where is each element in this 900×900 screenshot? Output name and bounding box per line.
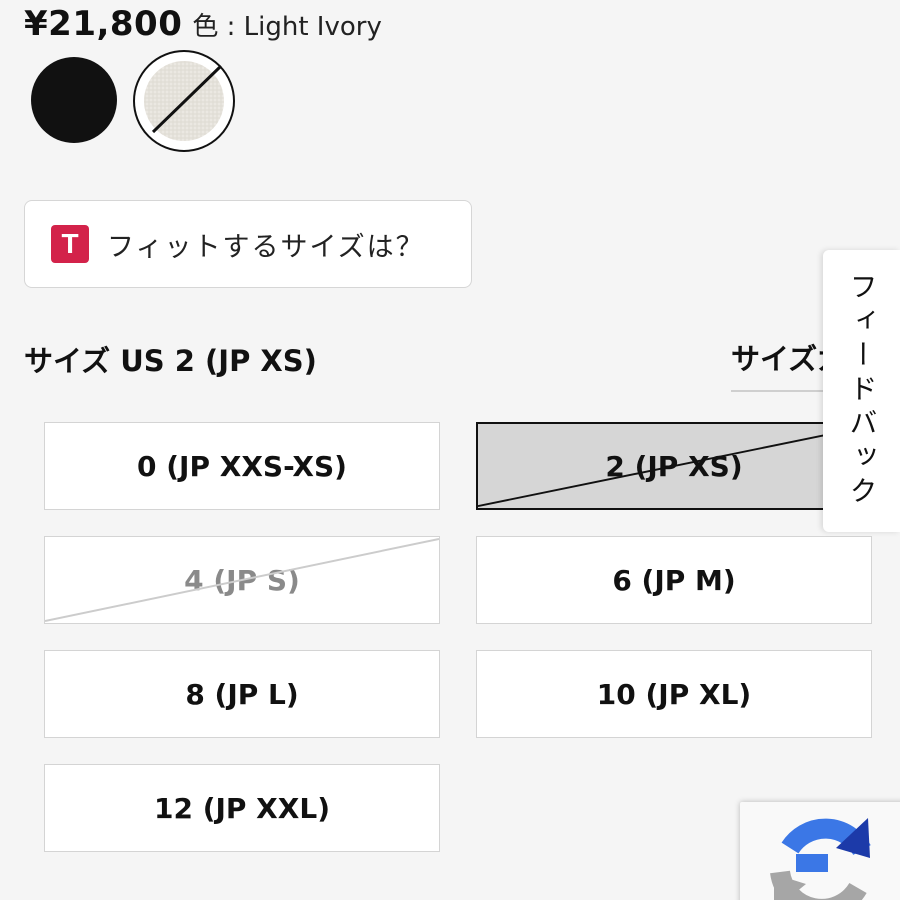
product-options-page: ¥21,800 色 : Light Ivory T フィットするサイズは？ サイ… (0, 0, 900, 900)
size-option-12[interactable]: 12 (JP XXL) (44, 764, 440, 852)
recaptcha-icon (770, 818, 871, 900)
size-option-label: 12 (JP XXL) (153, 791, 330, 825)
selected-size-label: サイズ US 2 (JP XS) (24, 344, 317, 378)
swatch-light-ivory[interactable] (133, 50, 235, 152)
size-option-label: 6 (JP M) (612, 563, 736, 597)
fit-finder-button[interactable]: T フィットするサイズは？ (24, 200, 472, 288)
size-option-0[interactable]: 0 (JP XXS-XS) (44, 422, 440, 510)
unavailable-strike-icon (478, 424, 870, 508)
size-guide-link[interactable]: サイズガイド (731, 336, 831, 392)
color-label: 色 : Light Ivory (192, 12, 382, 42)
swatch-light-ivory-unavailable-icon (144, 61, 224, 141)
size-option-8[interactable]: 8 (JP L) (44, 650, 440, 738)
size-option-label: 0 (JP XXS-XS) (137, 449, 347, 483)
size-option-2[interactable]: 2 (JP XS) (476, 422, 872, 510)
size-option-6[interactable]: 6 (JP M) (476, 536, 872, 624)
price-line: ¥21,800 色 : Light Ivory (24, 4, 382, 52)
size-option-label: 8 (JP L) (185, 677, 299, 711)
unavailable-strike-icon (45, 537, 439, 623)
size-option-4[interactable]: 4 (JP S) (44, 536, 440, 624)
feedback-tab[interactable]: フィードバック (823, 250, 900, 532)
size-option-10[interactable]: 10 (JP XL) (476, 650, 872, 738)
size-option-label: 10 (JP XL) (596, 677, 752, 711)
true-fit-logo-icon: T (51, 225, 89, 263)
feedback-label: フィードバック (845, 272, 879, 510)
price: ¥21,800 (24, 4, 183, 44)
swatch-black[interactable] (31, 57, 117, 143)
fit-finder-label: フィットするサイズは？ (107, 231, 425, 263)
recaptcha-badge[interactable] (740, 802, 900, 900)
